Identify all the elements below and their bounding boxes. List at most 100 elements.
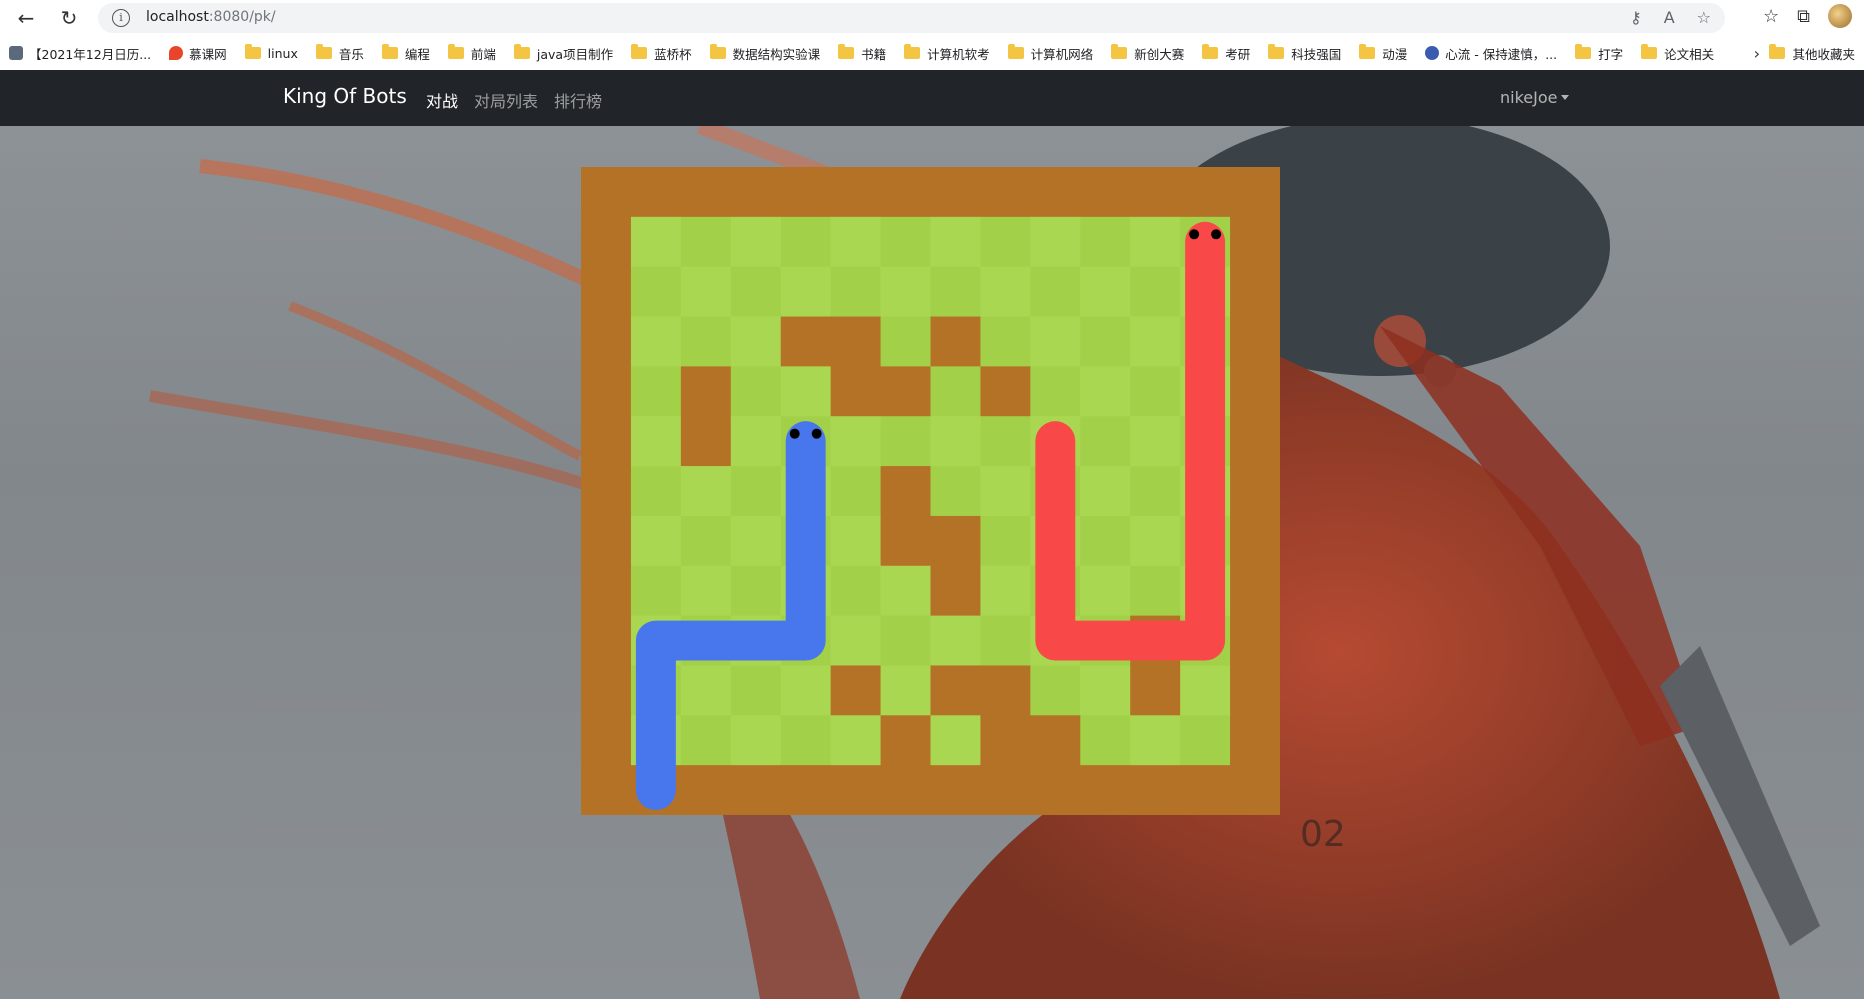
bookmark-item[interactable]: 心流 - 保持逮慎，... xyxy=(1416,36,1566,70)
bookmark-item[interactable]: 数据结构实验课 xyxy=(701,36,830,70)
bookmark-item[interactable]: 论文相关 xyxy=(1632,36,1723,70)
folder-icon xyxy=(1641,44,1658,59)
grass-cell xyxy=(1130,266,1181,318)
grass-cell xyxy=(830,216,882,268)
read-aloud-icon[interactable]: A xyxy=(1664,8,1675,27)
nav-ranklist[interactable]: 排行榜 xyxy=(554,88,602,112)
grass-cell xyxy=(1130,316,1181,367)
site-info-icon[interactable]: i xyxy=(112,9,130,27)
wall-cell xyxy=(980,715,1031,766)
wall-cell xyxy=(581,266,632,318)
grass-cell xyxy=(680,565,732,617)
back-icon[interactable]: ← xyxy=(12,4,40,32)
wall-cell xyxy=(730,167,782,218)
bookmark-label: 编程 xyxy=(404,46,430,62)
wall-cell xyxy=(581,515,632,567)
grass-cell xyxy=(1080,515,1131,567)
bookmark-item[interactable]: 蓝桥杯 xyxy=(622,36,701,70)
collections-icon[interactable]: ⧉ xyxy=(1797,6,1810,27)
wall-cell xyxy=(1230,167,1280,218)
grass-cell xyxy=(980,565,1031,617)
folder-icon xyxy=(1769,44,1786,59)
grass-cell xyxy=(1080,366,1131,417)
wall-cell xyxy=(1080,765,1131,815)
bookmark-item[interactable]: 新创大赛 xyxy=(1102,36,1193,70)
bookmark-item[interactable]: 音乐 xyxy=(307,36,373,70)
bookmark-item[interactable]: 动漫 xyxy=(1350,36,1416,70)
profile-avatar[interactable] xyxy=(1828,4,1852,28)
snake-eye xyxy=(811,428,822,439)
grass-cell xyxy=(1080,715,1131,766)
grass-cell xyxy=(630,316,682,367)
bookmark-item[interactable]: 打字 xyxy=(1566,36,1632,70)
folder-icon xyxy=(1359,44,1376,59)
chevron-right-icon[interactable]: › xyxy=(1754,44,1760,63)
grass-cell xyxy=(930,466,982,517)
wall-cell xyxy=(780,316,832,367)
grass-cell xyxy=(630,416,682,467)
grass-cell xyxy=(930,615,982,667)
grass-cell xyxy=(1030,316,1081,367)
bookmark-label: 前端 xyxy=(470,46,496,62)
bookmark-label: java项目制作 xyxy=(536,46,614,62)
bookmark-item[interactable]: 计算机软考 xyxy=(895,36,999,70)
wall-cell xyxy=(930,316,982,367)
wall-cell xyxy=(1230,216,1280,268)
grass-cell xyxy=(880,216,932,268)
nav-record-list[interactable]: 对局列表 xyxy=(474,88,538,112)
bookmark-other-favorites[interactable]: 其他收藏夹 xyxy=(1760,36,1864,70)
nav-pk[interactable]: 对战 xyxy=(426,88,458,112)
wall-cell xyxy=(581,615,632,667)
bookmarks-bar: 【2021年12月日历... 慕课网 linux 音乐 编程 前端 java项目制作 蓝桥杯 数… xyxy=(0,36,1864,71)
bookmark-item[interactable]: java项目制作 xyxy=(505,36,622,70)
bookmark-item[interactable]: 计算机网络 xyxy=(999,36,1103,70)
key-icon[interactable]: ⚷ xyxy=(1630,8,1642,27)
reload-icon[interactable]: ↻ xyxy=(55,4,83,32)
bookmark-item[interactable]: 书籍 xyxy=(829,36,895,70)
user-dropdown[interactable]: nikeJoe xyxy=(1500,88,1570,107)
grass-cell xyxy=(730,515,782,567)
grass-cell xyxy=(880,416,932,467)
grass-cell xyxy=(780,366,832,417)
grass-cell xyxy=(730,466,782,517)
snake-eye xyxy=(789,428,800,439)
address-bar[interactable]: i localhost:8080/pk/ ⚷ A ☆ xyxy=(98,3,1725,33)
bookmark-item[interactable]: 慕课网 xyxy=(160,36,236,70)
wall-cell xyxy=(581,466,632,517)
bookmark-item[interactable]: 前端 xyxy=(439,36,505,70)
wall-cell xyxy=(980,167,1031,218)
bookmark-item[interactable]: 编程 xyxy=(373,36,439,70)
wall-cell xyxy=(1130,665,1181,716)
brand-logo[interactable]: King Of Bots xyxy=(283,84,407,108)
grass-cell xyxy=(830,565,882,617)
snake-eye xyxy=(1189,229,1200,240)
bookmark-label: 考研 xyxy=(1225,46,1251,62)
wall-cell xyxy=(880,515,932,567)
game-map[interactable] xyxy=(581,167,1280,815)
wall-cell xyxy=(1180,765,1231,815)
bookmark-item[interactable]: 【2021年12月日历... xyxy=(0,36,160,70)
wall-cell xyxy=(1230,416,1280,467)
wall-cell xyxy=(930,665,982,716)
folder-icon xyxy=(631,44,648,59)
bookmark-item[interactable]: 科技强国 xyxy=(1259,36,1350,70)
grass-cell xyxy=(1130,466,1181,517)
wall-cell xyxy=(930,515,982,567)
grass-cell xyxy=(1030,216,1081,268)
grass-cell xyxy=(980,466,1031,517)
wall-cell xyxy=(581,665,632,716)
favorites-icon[interactable]: ☆ xyxy=(1763,6,1779,27)
add-favorite-icon[interactable]: ☆ xyxy=(1697,8,1711,27)
bookmark-item[interactable]: 考研 xyxy=(1193,36,1259,70)
bookmark-label: 慕课网 xyxy=(189,46,227,62)
url-text[interactable]: localhost:8080/pk/ xyxy=(146,9,276,25)
flame-icon xyxy=(169,46,184,60)
bookmark-label: 书籍 xyxy=(861,46,887,62)
grass-cell xyxy=(1130,216,1181,268)
grass-cell xyxy=(830,515,882,567)
grass-cell xyxy=(680,266,732,318)
grass-cell xyxy=(780,266,832,318)
grass-cell xyxy=(1130,715,1181,766)
grass-cell xyxy=(630,266,682,318)
bookmark-item[interactable]: linux xyxy=(236,36,307,70)
